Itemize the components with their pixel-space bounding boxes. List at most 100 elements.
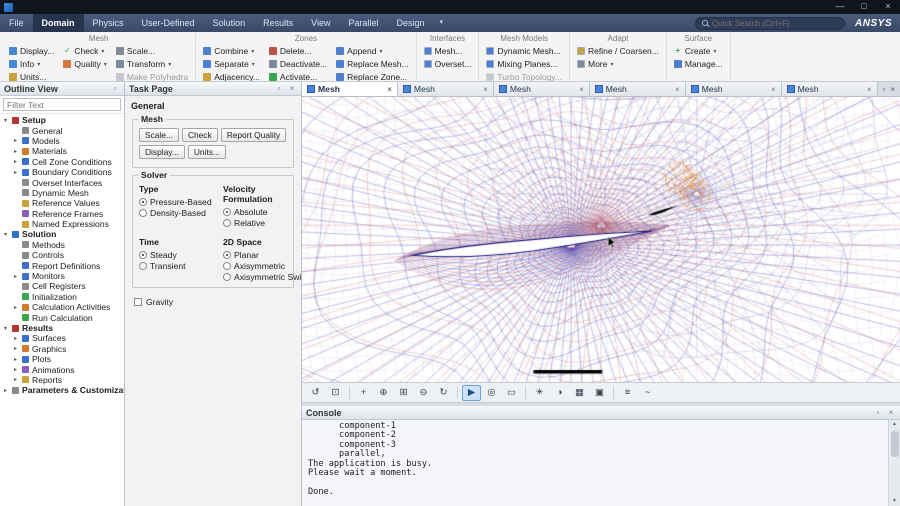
tree-item-reference-frames[interactable]: Reference Frames bbox=[0, 209, 124, 219]
ribbon-button-create[interactable]: + Create ▾ bbox=[672, 45, 725, 57]
tree-item-run-calculation[interactable]: Run Calculation bbox=[0, 312, 124, 323]
menu-tab-physics[interactable]: Physics bbox=[84, 14, 133, 32]
ribbon-button-turbo-topology[interactable]: Turbo Topology... bbox=[484, 71, 564, 81]
report-quality-button[interactable]: Report Quality bbox=[220, 128, 287, 142]
tab-close-icon[interactable]: × bbox=[387, 85, 392, 94]
tree-expander-icon[interactable]: ▸ bbox=[12, 169, 19, 176]
radio-steady[interactable]: Steady bbox=[139, 249, 221, 260]
last-view-icon[interactable]: ↺ bbox=[306, 385, 325, 401]
tree-expander-icon[interactable]: ▸ bbox=[2, 387, 9, 394]
tree-item-methods[interactable]: Methods bbox=[0, 240, 124, 250]
ribbon-button-adjacency[interactable]: Adjacency... bbox=[201, 71, 262, 81]
tree-item-overset-interfaces[interactable]: Overset Interfaces bbox=[0, 177, 124, 188]
rotate-view-icon[interactable]: ↻ bbox=[434, 385, 453, 401]
probe-icon[interactable]: ◎ bbox=[482, 385, 501, 401]
ribbon-button-separate[interactable]: Separate ▾ bbox=[201, 58, 262, 70]
menu-tab-design[interactable]: Design bbox=[388, 14, 434, 32]
tab-close-icon[interactable]: × bbox=[579, 85, 584, 94]
quick-search-box[interactable] bbox=[695, 16, 846, 30]
check-button[interactable]: Check bbox=[181, 128, 218, 142]
tree-item-report-definitions[interactable]: Report Definitions bbox=[0, 260, 124, 271]
zoom-box-icon[interactable]: ⊞ bbox=[394, 385, 413, 401]
ribbon-button-overset[interactable]: Overset... bbox=[422, 58, 474, 70]
graphics-tab-mesh-1[interactable]: Mesh × bbox=[302, 82, 398, 96]
ribbon-button-mesh[interactable]: Mesh... bbox=[422, 45, 474, 57]
tree-item-animations[interactable]: ▸ Animations bbox=[0, 364, 124, 375]
tab-close-icon[interactable]: × bbox=[771, 85, 776, 94]
ribbon-button-refine-coarsen[interactable]: Refine / Coarsen... bbox=[575, 45, 661, 57]
tree-item-boundary-conditions[interactable]: ▸ Boundary Conditions bbox=[0, 167, 124, 177]
pan-icon[interactable]: + bbox=[354, 385, 373, 401]
graphics-tab-mesh-3[interactable]: Mesh × bbox=[493, 82, 590, 96]
menu-tab-parallel[interactable]: Parallel bbox=[339, 14, 387, 32]
minimize-button[interactable]: — bbox=[828, 0, 852, 14]
radio-planar[interactable]: Planar bbox=[223, 249, 301, 260]
tree-item-reference-values[interactable]: Reference Values bbox=[0, 198, 124, 208]
scale-button[interactable]: Scale... bbox=[139, 128, 179, 142]
close-button[interactable]: × bbox=[876, 0, 900, 14]
tree-item-controls[interactable]: Controls bbox=[0, 250, 124, 260]
zoom-out-icon[interactable]: ⊖ bbox=[414, 385, 433, 401]
ribbon-button-info[interactable]: Info ▾ bbox=[7, 58, 56, 70]
outline-pin-icon[interactable]: ▫ bbox=[110, 84, 120, 93]
filter-text-input[interactable] bbox=[3, 98, 121, 111]
display-button[interactable]: Display... bbox=[139, 145, 185, 159]
menu-overflow-icon[interactable]: ▾ bbox=[434, 14, 450, 32]
ribbon-button-replace-zone[interactable]: Replace Zone... bbox=[334, 71, 410, 81]
fit-to-window-icon[interactable]: ⊡ bbox=[326, 385, 345, 401]
plot-curves-icon[interactable]: ~ bbox=[638, 385, 657, 401]
tree-expander-icon[interactable]: ▸ bbox=[12, 158, 19, 165]
tree-expander-icon[interactable]: ▸ bbox=[12, 148, 19, 155]
save-picture-icon[interactable]: ▣ bbox=[590, 385, 609, 401]
tree-item-results[interactable]: ▾ Results bbox=[0, 323, 124, 333]
scroll-down-icon[interactable]: ▼ bbox=[892, 497, 897, 506]
views-icon[interactable]: ▦ bbox=[570, 385, 589, 401]
ribbon-button-replace-mesh[interactable]: Replace Mesh... bbox=[334, 58, 410, 70]
scroll-up-icon[interactable]: ▲ bbox=[892, 420, 897, 429]
maximize-button[interactable]: □ bbox=[852, 0, 876, 14]
mesh-canvas[interactable] bbox=[302, 97, 900, 382]
tree-item-monitors[interactable]: ▸ Monitors bbox=[0, 271, 124, 281]
tree-item-models[interactable]: ▸ Models bbox=[0, 136, 124, 146]
tree-expander-icon[interactable]: ▸ bbox=[12, 304, 19, 311]
tree-expander-icon[interactable]: ▸ bbox=[12, 366, 19, 373]
tab-bar-close-icon[interactable]: × bbox=[890, 85, 895, 94]
tree-item-surfaces[interactable]: ▸ Surfaces bbox=[0, 333, 124, 343]
ribbon-button-activate[interactable]: Activate... bbox=[267, 71, 329, 81]
tab-close-icon[interactable]: × bbox=[483, 85, 488, 94]
radio-relative[interactable]: Relative bbox=[223, 217, 301, 228]
menu-tab-file[interactable]: File bbox=[0, 14, 33, 32]
box-select-icon[interactable]: ▭ bbox=[502, 385, 521, 401]
tree-item-cell-registers[interactable]: Cell Registers bbox=[0, 281, 124, 291]
tree-expander-icon[interactable]: ▸ bbox=[12, 273, 19, 280]
radio-axisymmetric[interactable]: Axisymmetric bbox=[223, 260, 301, 271]
ribbon-button-deactivate[interactable]: Deactivate... bbox=[267, 58, 329, 70]
zoom-in-icon[interactable]: ⊕ bbox=[374, 385, 393, 401]
tree-item-reports[interactable]: ▸ Reports bbox=[0, 375, 124, 385]
graphics-tab-mesh-4[interactable]: Mesh × bbox=[589, 82, 686, 96]
ribbon-button-mixing-planes[interactable]: Mixing Planes... bbox=[484, 58, 564, 70]
select-pointer-icon[interactable]: ▶ bbox=[462, 384, 481, 401]
scroll-thumb[interactable] bbox=[890, 431, 899, 457]
units-button[interactable]: Units... bbox=[187, 145, 226, 159]
tree-expander-icon[interactable]: ▸ bbox=[12, 335, 19, 342]
ribbon-button-dynamic-mesh[interactable]: Dynamic Mesh... bbox=[484, 45, 564, 57]
ribbon-button-display[interactable]: Display... bbox=[7, 45, 56, 57]
menu-tab-results[interactable]: Results bbox=[254, 14, 302, 32]
ribbon-button-combine[interactable]: Combine ▾ bbox=[201, 45, 262, 57]
tab-close-icon[interactable]: × bbox=[867, 85, 872, 94]
ribbon-button-delete[interactable]: Delete... bbox=[267, 45, 329, 57]
tree-item-initialization[interactable]: Initialization bbox=[0, 292, 124, 302]
menu-tab-user-defined[interactable]: User-Defined bbox=[133, 14, 204, 32]
ribbon-button-quality[interactable]: Quality ▾ bbox=[61, 58, 108, 70]
menu-tab-solution[interactable]: Solution bbox=[204, 14, 255, 32]
graphics-viewport[interactable] bbox=[302, 97, 900, 382]
gravity-checkbox[interactable] bbox=[134, 298, 142, 306]
tree-item-named-expressions[interactable]: Named Expressions bbox=[0, 219, 124, 229]
console-close-icon[interactable]: × bbox=[886, 408, 896, 417]
task-page-pin-icon[interactable]: ▫ bbox=[274, 84, 284, 93]
tree-item-calculation-activities[interactable]: ▸ Calculation Activities bbox=[0, 302, 124, 312]
ribbon-button-append[interactable]: Append ▾ bbox=[334, 45, 410, 57]
ribbon-button-manage[interactable]: Manage... bbox=[672, 58, 725, 70]
tree-item-cell-zone-conditions[interactable]: ▸ Cell Zone Conditions bbox=[0, 157, 124, 167]
